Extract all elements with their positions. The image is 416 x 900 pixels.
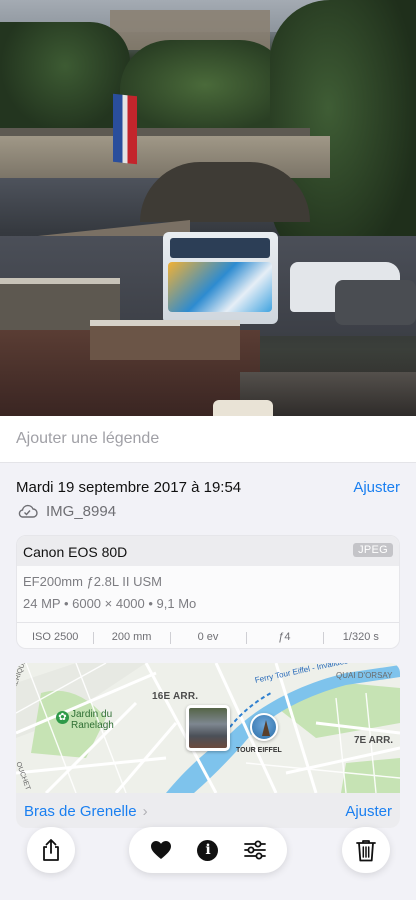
info-button[interactable]: i <box>195 837 221 863</box>
caption-placeholder[interactable]: Ajouter une légende <box>16 430 159 448</box>
photo-suv <box>335 280 416 325</box>
photo-lamp <box>213 400 273 416</box>
camera-info-card: Canon EOS 80D JPEG EF200mm ƒ2.8L II USM … <box>16 535 400 649</box>
share-button[interactable] <box>27 827 75 873</box>
exif-aperture: ƒ4 <box>246 631 322 644</box>
edit-button[interactable] <box>242 837 268 863</box>
photo-location-thumbnail[interactable] <box>186 705 230 751</box>
sliders-icon <box>244 840 267 860</box>
photo-date: Mardi 19 septembre 2017 à 19:54 <box>16 479 242 496</box>
camera-model: Canon EOS 80D <box>23 544 128 560</box>
adjust-date-button[interactable]: Ajuster <box>353 479 400 496</box>
exif-row: ISO 2500 200 mm 0 ev ƒ4 1/320 s <box>17 622 399 648</box>
location-name[interactable]: Bras de Grenelle <box>24 803 137 820</box>
chevron-right-icon: › <box>142 803 148 820</box>
park-pin-icon: ✿ <box>56 711 69 724</box>
format-badge: JPEG <box>353 543 393 557</box>
info-icon: i <box>197 839 219 861</box>
exif-iso: ISO 2500 <box>31 630 79 643</box>
trash-icon <box>356 839 376 861</box>
location-footer: Bras de Grenelle › Ajuster <box>16 793 400 828</box>
image-specs: 24 MP • 6000 × 4000 • 9,1 Mo <box>23 596 197 611</box>
photo-view[interactable] <box>0 0 416 416</box>
exif-shutter-speed: 1/320 s <box>322 631 399 644</box>
photo-trees-middle <box>120 40 290 130</box>
photo-barge-cabin <box>90 320 240 360</box>
location-card[interactable]: 16E ARR. 7E ARR. ✿ Jardin du Ranelagh QUA… <box>16 663 400 828</box>
action-toolbar: i <box>129 827 287 873</box>
photo-flag <box>113 93 137 165</box>
location-map[interactable]: 16E ARR. 7E ARR. ✿ Jardin du Ranelagh QUA… <box>16 663 400 793</box>
map-label-7e: 7E ARR. <box>354 735 394 746</box>
map-label-16e: 16E ARR. <box>152 691 199 702</box>
exif-focal-length: 200 mm <box>93 631 169 644</box>
exif-exposure-bias: 0 ev <box>169 631 246 644</box>
map-label-quai: QUAI D'ORSAY <box>336 671 393 680</box>
map-label-jardin-line2: Ranelagh <box>71 720 114 731</box>
photo-bus-livery <box>168 262 272 312</box>
map-label-jardin: Jardin du Ranelagh <box>71 709 114 731</box>
camera-header: Canon EOS 80D JPEG <box>17 536 399 566</box>
adjust-location-button[interactable]: Ajuster <box>345 803 392 820</box>
delete-button[interactable] <box>342 827 390 873</box>
file-info: IMG_8994 <box>16 502 116 520</box>
heart-icon <box>150 841 171 859</box>
favorite-button[interactable] <box>148 837 174 863</box>
eiffel-tower-icon[interactable] <box>250 713 278 741</box>
map-label-jardin-line1: Jardin du <box>71 709 113 720</box>
share-icon <box>43 839 59 861</box>
lens-info: EF200mm ƒ2.8L II USM <box>23 574 162 589</box>
icloud-icon <box>18 504 38 518</box>
map-label-tour-eiffel: TOUR EIFFEL <box>236 747 282 754</box>
photo-bus-window <box>170 238 270 258</box>
photo-trees-left <box>0 22 130 132</box>
caption-field[interactable]: Ajouter une légende <box>0 416 416 463</box>
file-name: IMG_8994 <box>46 502 117 520</box>
location-link[interactable]: Bras de Grenelle › <box>24 803 148 820</box>
